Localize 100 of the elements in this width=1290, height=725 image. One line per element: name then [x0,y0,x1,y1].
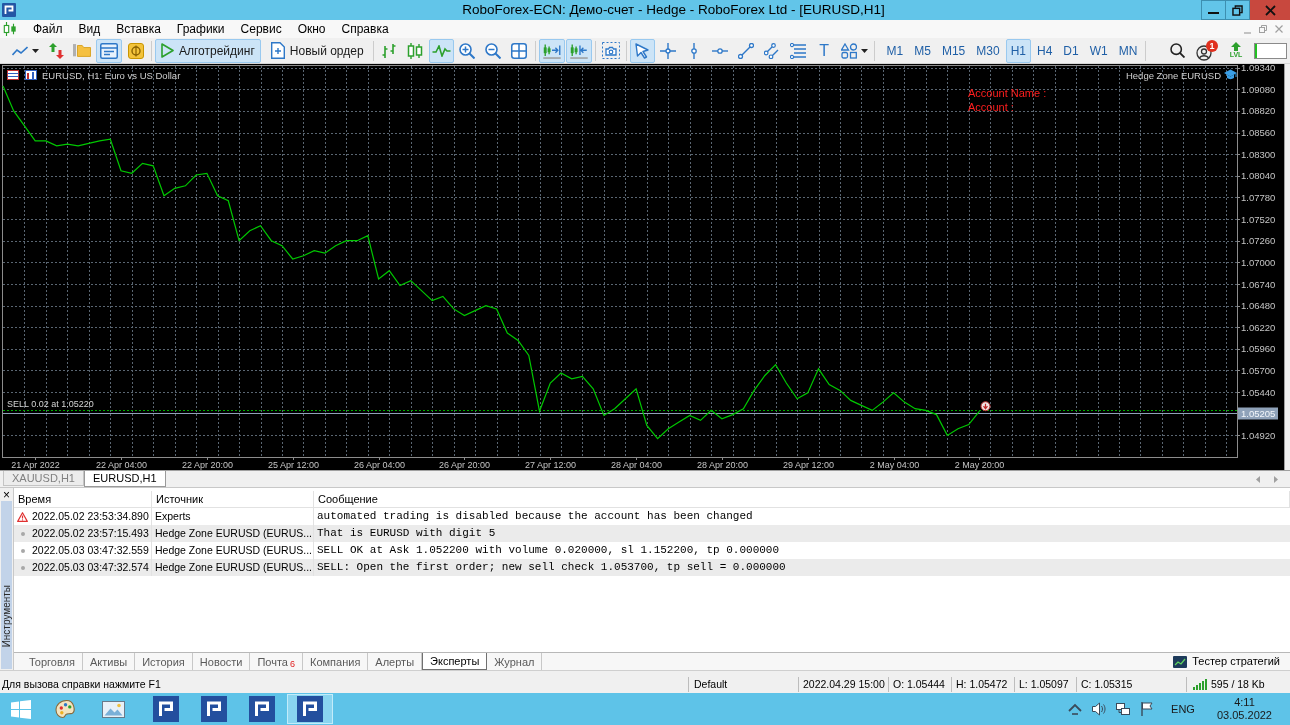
user-icon [1196,44,1212,61]
panel-tab[interactable]: Эксперты [422,653,488,670]
trend-line-icon [738,42,755,59]
axis-label: 21 Apr 2022 [11,460,60,470]
account-label: Account : [968,101,1014,113]
account-button[interactable]: 1 [1196,39,1218,62]
minimize-icon [1208,12,1219,14]
text-tool-button[interactable]: T [811,38,837,63]
timeframe-button[interactable]: M1 [881,38,909,63]
search-icon [1169,43,1185,58]
coin-icon [128,42,144,59]
timeframe-button[interactable]: M30 [971,38,1005,63]
axis-label: 1.07000 [1241,256,1276,268]
minimize-button[interactable] [1201,0,1226,20]
flag-icon [1141,702,1154,716]
timeframe-button[interactable]: M5 [909,38,936,63]
clock-button[interactable]: 4:11 03.05.2022 [1216,696,1272,722]
zoom-out-icon [485,42,502,59]
timeframe-button[interactable]: M15 [936,38,971,63]
axis-label: 2 May 20:00 [954,460,1005,470]
axis-label: 26 Apr 20:00 [439,460,490,470]
tray-button[interactable] [1091,699,1108,719]
menu-item[interactable]: Файл [25,20,71,38]
log-source: Experts [155,508,191,524]
crosshair-icon [660,42,677,59]
axis-label: 28 Apr 04:00 [611,460,662,470]
status-text: 2022.04.29 15:00 [803,676,885,692]
close-button[interactable] [1250,0,1290,20]
language-indicator[interactable]: ENG [1171,700,1195,718]
new-order-button[interactable]: Новый ордер [264,38,370,63]
menu-item[interactable]: Вид [70,20,109,38]
axis-label: 26 Apr 04:00 [354,460,405,470]
timeframe-button[interactable]: MN [1113,38,1143,63]
axis-label: 1.09340 [1241,64,1276,74]
menu-item[interactable]: Сервис [232,20,290,38]
chart-tab[interactable]: EURUSD,H1 [83,471,166,487]
axis-label: 1.08300 [1241,148,1276,160]
play-icon [161,43,174,58]
menu-item[interactable]: Вставка [108,20,169,38]
folder-icon [73,44,91,57]
algo-trading-button[interactable]: Алготрейдинг [155,38,261,63]
expert-name: Hedge Zone EURUSD [1125,69,1221,81]
menu-item[interactable]: Графики [168,20,233,38]
strategy-tester-button[interactable]: Тестер стратегий [1173,653,1280,670]
picture-icon [101,700,125,718]
cursor-button[interactable] [629,38,655,63]
chevron-up-icon [1068,703,1083,715]
axis-label: 27 Apr 12:00 [525,460,576,470]
axis-label: 22 Apr 04:00 [96,460,147,470]
chart-title: EURUSD, H1: Euro vs US Dollar [42,69,181,81]
warning-icon [17,511,28,522]
axis-label: 1.05440 [1241,386,1276,398]
chart-tab[interactable]: XAUUSD,H1 [3,471,84,486]
app-logo-icon [201,696,227,722]
log-message: That is EURUSD with digit 5 [317,526,496,542]
timeframe-button[interactable]: W1 [1084,38,1113,63]
search-button[interactable] [1168,40,1186,61]
table-icon [7,70,19,80]
trade-marker-icon[interactable] [980,401,991,412]
close-button[interactable] [1274,24,1284,34]
app-logo-icon [249,696,275,722]
status-text: 595 / 18 Kb [1211,676,1265,692]
chart-shift-button[interactable] [565,38,592,63]
app-window-button[interactable] [287,694,333,724]
log-time: 2022.05.02 23:57:15.493 [32,525,149,541]
auto-scroll-button[interactable] [538,38,565,63]
scroll-left-button[interactable] [1256,475,1262,483]
axis-label: 1.06480 [1241,300,1276,312]
axis-label: 1.07520 [1241,213,1276,225]
log-message: SELL: Open the first order; new sell check 1.053700, tp sell = 0.000000 [317,560,786,576]
order-label: SELL 0.02 at 1.05220 [7,398,94,409]
status-dot-icon [20,548,25,553]
tray-button[interactable] [1139,699,1156,719]
cursor-icon [635,42,650,59]
log-time: 2022.05.02 23:53:34.890 [32,508,149,524]
axis-label: 1.08560 [1241,127,1276,139]
line-chart-button[interactable] [428,38,454,63]
restore-button[interactable] [1258,24,1268,34]
axis-label: 28 Apr 20:00 [697,460,748,470]
timeframe-button[interactable]: H1 [1005,38,1031,63]
caret-icon [860,48,868,53]
data-window-button[interactable] [96,38,122,63]
menu-item[interactable]: Справка [333,20,397,38]
windows-logo-icon [10,699,31,719]
axis-label: 22 Apr 20:00 [182,460,233,470]
app-logo-icon [297,696,323,722]
scroll-right-icon [1274,475,1278,483]
timeframe-button[interactable]: D1 [1058,38,1084,63]
scroll-right-button[interactable] [1274,475,1280,483]
timeframe-button[interactable]: H4 [1032,38,1058,63]
side-panel-title: Инструменты [1,584,12,647]
line-chart-icon [431,44,451,57]
signal-bars-icon [1193,679,1207,690]
axis-label: 25 Apr 12:00 [268,460,319,470]
status-text: Для вызова справки нажмите F1 [2,676,161,692]
status-text: H: 1.05472 [956,676,1008,692]
log-message: SELL OK at Ask 1.052200 with volume 0.020000, sl 1.152200, tp 0.000000 [317,543,780,559]
menu-item[interactable]: Окно [289,20,334,38]
axis-label: 29 Apr 12:00 [783,460,834,470]
close-button[interactable]: × [0,488,13,501]
